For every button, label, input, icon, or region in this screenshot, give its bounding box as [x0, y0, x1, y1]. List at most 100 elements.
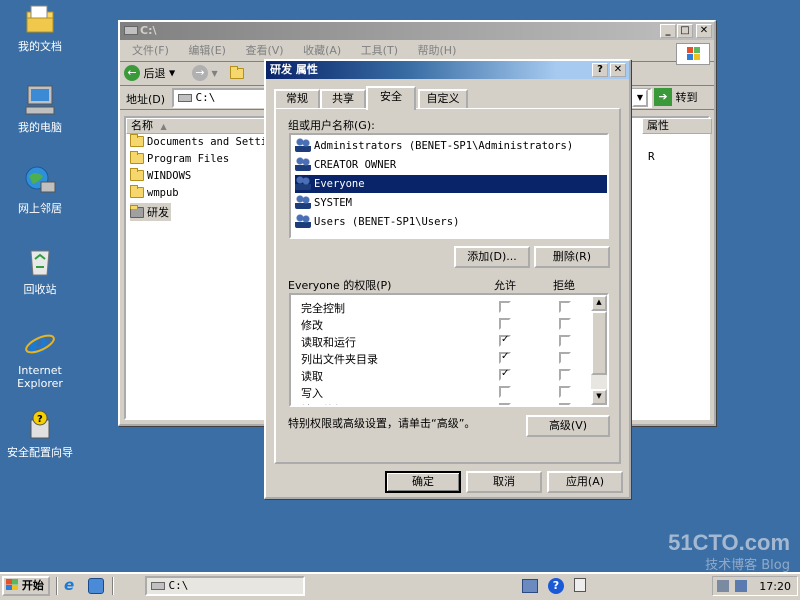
file-name: Documents and Settin [147, 136, 274, 148]
user-list-item[interactable]: CREATOR OWNER [295, 156, 607, 174]
taskbar-task-explorer[interactable]: C:\ [145, 576, 305, 596]
menu-edit[interactable]: 编辑(E) [180, 40, 234, 60]
cancel-button[interactable]: 取消 [466, 471, 542, 493]
quicklaunch-ie-icon[interactable]: e [64, 578, 80, 594]
file-row-selected[interactable]: 研发 [130, 203, 171, 221]
menu-favorites[interactable]: 收藏(A) [295, 40, 349, 60]
permission-row: 列出文件夹目录 [291, 350, 591, 367]
menu-tools[interactable]: 工具(T) [353, 40, 406, 60]
back-button[interactable]: ← 后退 ▼ [124, 65, 175, 83]
user-list-item[interactable]: SYSTEM [295, 194, 607, 212]
column-attr-label: 属性 [647, 119, 669, 132]
tab-label: 安全 [380, 90, 402, 103]
tray-printer-icon[interactable] [574, 578, 586, 592]
file-row[interactable]: Documents and Settin [130, 134, 274, 148]
file-name: WINDOWS [147, 170, 192, 182]
tray-help-icon[interactable]: ? [548, 578, 564, 594]
drive-icon [151, 582, 165, 590]
deny-checkbox[interactable] [559, 403, 571, 405]
deny-checkbox[interactable] [559, 352, 571, 364]
deny-checkbox[interactable] [559, 369, 571, 381]
desktop-icon-label: Internet Explorer [17, 364, 63, 390]
allow-checkbox[interactable] [499, 318, 511, 330]
address-value: C:\ [195, 91, 216, 104]
user-name: Users (BENET-SP1\Users) [314, 216, 460, 228]
file-row[interactable]: WINDOWS [130, 168, 192, 182]
user-list-item-selected[interactable]: Everyone [295, 175, 607, 193]
add-button[interactable]: 添加(D)... [454, 246, 530, 268]
tab-security[interactable]: 安全 [366, 86, 416, 110]
desktop-icon-recycle-bin[interactable]: 回收站 [0, 245, 80, 296]
scroll-up-button[interactable]: ▲ [591, 295, 607, 311]
scroll-down-button[interactable]: ▼ [591, 389, 607, 405]
scrollbar[interactable]: ▲ ▼ [591, 295, 607, 405]
permission-row: 完全控制 [291, 299, 591, 316]
permission-row: 读取 [291, 367, 591, 384]
quicklaunch-explorer-icon[interactable] [88, 578, 104, 594]
tab-general[interactable]: 常规 [274, 89, 320, 109]
minimize-button[interactable]: _ [660, 24, 676, 38]
file-row[interactable]: Program Files [130, 151, 230, 165]
back-arrow-icon: ← [124, 65, 140, 81]
tab-label: 共享 [332, 92, 354, 105]
allow-checkbox[interactable] [499, 351, 511, 364]
tray-network-icon[interactable] [522, 579, 538, 593]
tab-sharing[interactable]: 共享 [320, 89, 366, 109]
permissions-label: Everyone 的权限(P) [288, 279, 392, 292]
file-row[interactable]: wmpub [130, 185, 179, 199]
user-list-item[interactable]: Users (BENET-SP1\Users) [295, 213, 607, 231]
deny-checkbox[interactable] [559, 386, 571, 398]
column-header-name[interactable]: 名称 ▲ [126, 118, 276, 134]
allow-checkbox[interactable] [499, 403, 511, 405]
go-button[interactable]: ➔ 转到 [654, 88, 698, 108]
deny-checkbox[interactable] [559, 318, 571, 330]
desktop-icon-my-computer[interactable]: 我的电脑 [0, 83, 80, 134]
scroll-thumb[interactable] [591, 311, 607, 375]
desktop-icon-network[interactable]: 网上邻居 [0, 164, 80, 215]
allow-checkbox[interactable] [499, 334, 511, 347]
allow-checkbox[interactable] [499, 368, 511, 381]
tab-customize[interactable]: 自定义 [418, 89, 468, 109]
desktop-icon-internet-explorer[interactable]: e Internet Explorer [0, 326, 80, 390]
up-folder-button[interactable] [230, 65, 248, 83]
ok-button[interactable]: 确定 [385, 471, 461, 493]
permissions-list[interactable]: 完全控制修改读取和运行列出文件夹目录读取写入特别的权限 ▲ ▼ [289, 293, 609, 407]
dialog-close-button[interactable]: ✕ [610, 63, 626, 77]
help-button[interactable]: ? [592, 63, 608, 77]
desktop-icon-my-documents[interactable]: 我的文档 [0, 2, 80, 53]
menu-file[interactable]: 文件(F) [124, 40, 177, 60]
task-label: C:\ [168, 579, 189, 592]
drive-icon [124, 26, 138, 35]
menu-help[interactable]: 帮助(H) [410, 40, 465, 60]
my-computer-icon [23, 83, 57, 117]
start-button[interactable]: 开始 [2, 576, 50, 596]
close-button[interactable]: ✕ [696, 24, 712, 38]
allow-checkbox[interactable] [499, 301, 511, 313]
user-list[interactable]: Administrators (BENET-SP1\Administrators… [289, 133, 609, 239]
explorer-title-bar[interactable]: C:\ _ □ ✕ [120, 22, 714, 40]
desktop-icon-label: 安全配置向导 [7, 446, 73, 459]
remove-button[interactable]: 删除(R) [534, 246, 610, 268]
maximize-button[interactable]: □ [677, 24, 693, 38]
advanced-button[interactable]: 高级(V) [526, 415, 610, 437]
apply-button[interactable]: 应用(A) [547, 471, 623, 493]
forward-arrow-icon: → [192, 65, 208, 81]
file-name: Program Files [147, 153, 230, 165]
dialog-title-bar[interactable]: 研发 属性 ? ✕ [266, 61, 629, 79]
address-dropdown-button[interactable]: ▼ [632, 89, 648, 107]
permission-name: 读取和运行 [301, 336, 356, 349]
network-places-icon [23, 164, 57, 198]
allow-checkbox[interactable] [499, 386, 511, 398]
forward-button[interactable]: → ▼ [192, 65, 218, 81]
menu-view[interactable]: 查看(V) [237, 40, 291, 60]
user-list-item[interactable]: Administrators (BENET-SP1\Administrators… [295, 137, 607, 155]
deny-checkbox[interactable] [559, 301, 571, 313]
deny-checkbox[interactable] [559, 335, 571, 347]
go-label: 转到 [675, 91, 698, 104]
desktop-icon-security-wizard[interactable]: ? 安全配置向导 [0, 408, 80, 459]
windows-flag-icon [6, 579, 18, 590]
column-header-attributes[interactable]: 属性 [642, 118, 712, 134]
security-config-wizard-icon: ? [23, 408, 57, 442]
tray-volume-icon[interactable] [717, 580, 729, 592]
tray-network-connection-icon[interactable] [735, 580, 747, 592]
